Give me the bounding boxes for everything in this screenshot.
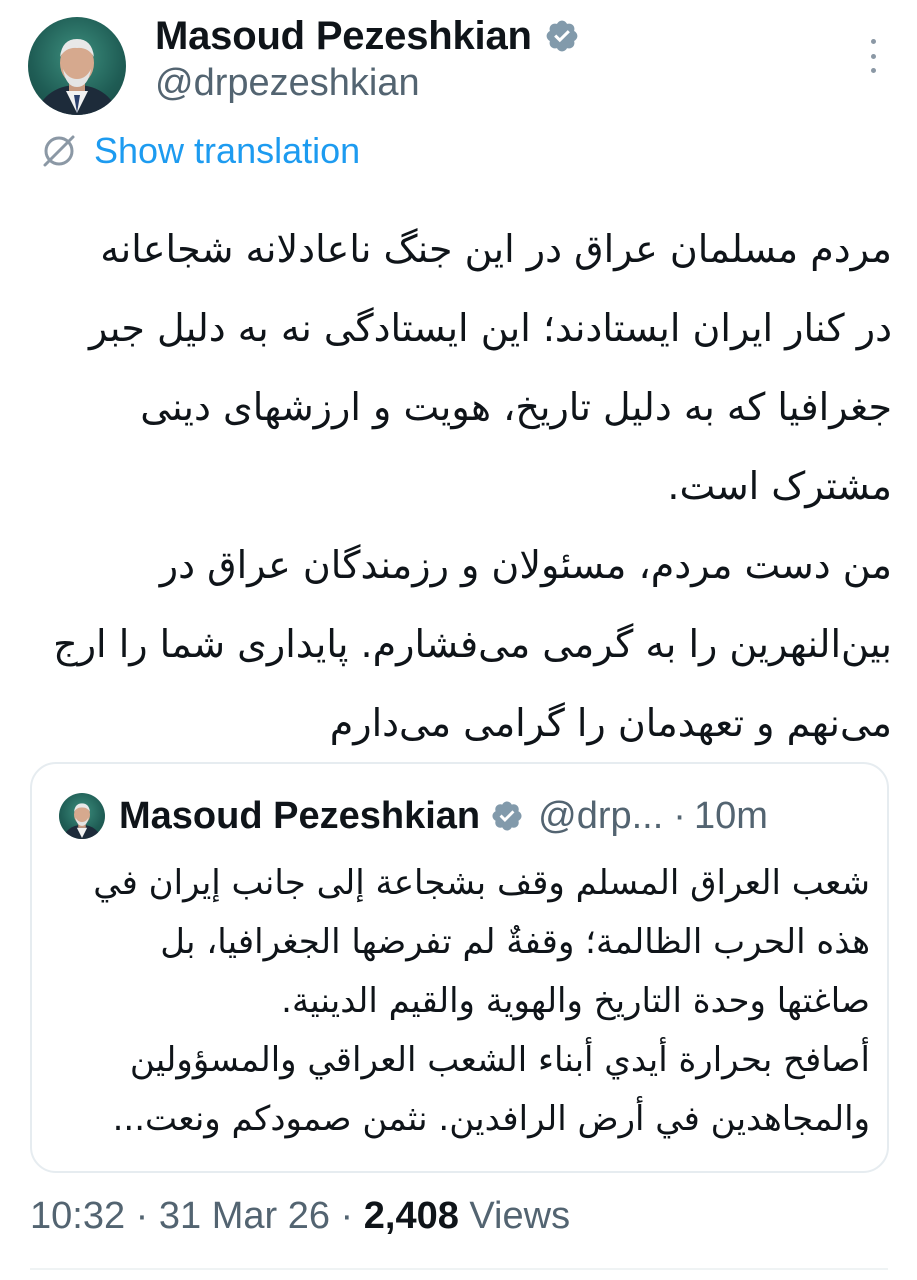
verified-badge-icon — [492, 801, 522, 831]
tweet-time[interactable]: 10:32 — [30, 1195, 125, 1238]
tweet-detail: Masoud Pezeshkian @drpezeshkian Show tra… — [0, 0, 917, 1280]
quoted-author-avatar — [59, 793, 105, 839]
profile-photo-icon — [63, 803, 101, 839]
quoted-tweet-time: 10m — [693, 794, 768, 837]
author-handle[interactable]: @drpezeshkian — [155, 62, 420, 105]
profile-photo-icon — [37, 39, 117, 115]
quoted-tweet-header: Masoud Pezeshkian @drp... · 10m — [59, 792, 768, 840]
quoted-author-handle: @drp... — [538, 794, 664, 837]
translate-icon — [43, 135, 75, 167]
tweet-text: مردم مسلمان عراق در این جنگ ناعادلانه شج… — [53, 227, 892, 745]
verified-badge-icon[interactable] — [544, 18, 580, 54]
quoted-tweet-card[interactable]: Masoud Pezeshkian @drp... · 10m شعب العر… — [30, 762, 889, 1173]
meta-separator: · — [125, 1195, 159, 1237]
show-translation-link[interactable]: Show translation — [38, 130, 360, 172]
more-dot-icon — [870, 68, 876, 73]
author-name-row: Masoud Pezeshkian — [155, 10, 580, 62]
meta-separator: · — [329, 1195, 364, 1237]
more-options-button[interactable] — [858, 35, 888, 77]
quoted-author-name: Masoud Pezeshkian — [119, 794, 481, 837]
tweet-meta: 10:32 · 31 Mar 26 · 2,408 Views — [30, 1195, 570, 1238]
quoted-meta-separator: · — [673, 794, 686, 837]
more-dot-icon — [870, 39, 876, 44]
divider — [30, 1268, 888, 1270]
views-label: Views — [458, 1195, 571, 1237]
author-display-name[interactable]: Masoud Pezeshkian — [155, 14, 532, 59]
quoted-tweet-text: شعب العراق المسلم وقف بشجاعة إلى جانب إي… — [93, 863, 870, 1139]
more-dot-icon — [870, 53, 876, 59]
show-translation-label: Show translation — [94, 130, 361, 171]
author-avatar[interactable] — [28, 17, 126, 115]
views-count: 2,408 — [363, 1195, 459, 1237]
tweet-date[interactable]: 31 Mar 26 — [159, 1195, 330, 1238]
